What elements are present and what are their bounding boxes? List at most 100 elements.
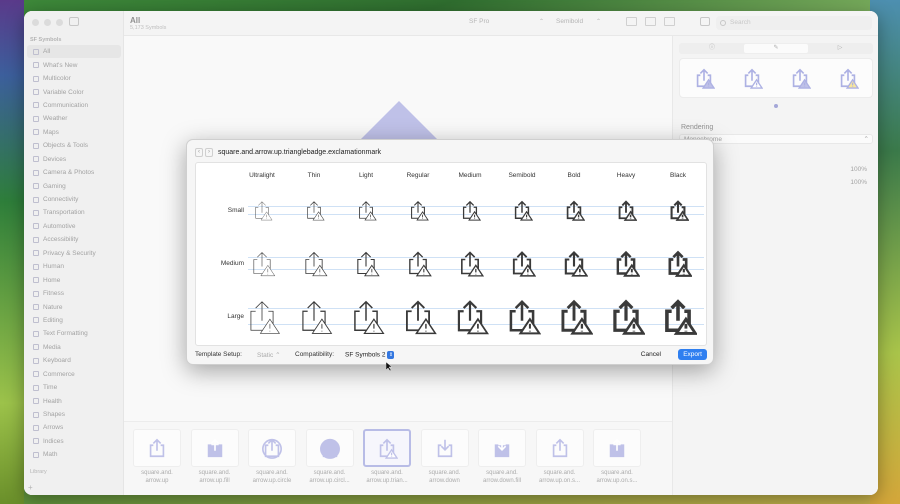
chevron-left-icon[interactable]: ‹ (195, 148, 203, 157)
symbol-tile[interactable]: square.and. arrow.up.trian... (363, 429, 411, 485)
sidebar-item[interactable]: Maps (27, 126, 121, 139)
sidebar-item-label: Nature (43, 303, 63, 311)
sidebar-item[interactable]: Text Formatting (27, 327, 121, 340)
chevron-updown-icon: ⌃ (275, 352, 281, 359)
zoom-window-button[interactable] (56, 19, 63, 26)
sidebar-item[interactable]: Automotive (27, 220, 121, 233)
weight-column-header: Black (670, 172, 686, 179)
sidebar-item[interactable]: Health (27, 394, 121, 407)
sidebar-item[interactable]: Communication (27, 99, 121, 112)
rendering-label: Rendering (681, 124, 714, 131)
sidebar-item[interactable]: Privacy & Security (27, 247, 121, 260)
desktop-wallpaper-left (0, 0, 24, 504)
sidebar-item[interactable]: Multicolor (27, 72, 121, 85)
category-icon (33, 384, 39, 391)
chevron-updown-icon: ⌃ (538, 19, 544, 25)
share-triangle-badge-icon (668, 250, 692, 277)
sidebar-item[interactable]: Transportation (27, 206, 121, 219)
close-window-button[interactable] (32, 19, 39, 26)
compatibility-popup[interactable]: SF Symbols 2 ⇕ (341, 350, 398, 360)
sidebar-item[interactable]: Human (27, 260, 121, 273)
symbol-tile-caption: square.and. arrow.up.circle (252, 470, 292, 484)
sidebar-item-label: Text Formatting (43, 330, 88, 338)
symbol-tile[interactable]: square.and. arrow.up.fill (190, 429, 239, 485)
symbol-tile[interactable]: square.and. arrow.up.circl... (305, 429, 354, 485)
inspector-toggle-icon[interactable] (700, 17, 710, 26)
symbol-tile-preview (190, 429, 239, 467)
symbol-tile-preview (535, 429, 584, 467)
sidebar-item-label: Variable Color (43, 88, 84, 96)
sidebar-item[interactable]: What's New (27, 58, 121, 71)
symbol-count: 5,173 Symbols (130, 25, 167, 31)
sidebar-item-label: Fitness (43, 290, 64, 298)
symbol-variant (548, 297, 600, 335)
compatibility-label: Compatibility: (295, 351, 335, 358)
font-popup[interactable]: SF Pro ⌃ (469, 18, 544, 25)
sidebar-item[interactable]: Variable Color (27, 85, 121, 98)
symbol-variant (548, 249, 600, 277)
sidebar-item-label: Multicolor (43, 75, 71, 83)
weight-popup[interactable]: Semibold ⌃ (556, 18, 601, 25)
sidebar-item[interactable]: Time (27, 381, 121, 394)
sidebar-item[interactable]: Home (27, 273, 121, 286)
chevron-right-icon[interactable]: › (205, 148, 213, 157)
symbol-tile-caption: square.and. arrow.up.circl... (309, 470, 350, 484)
symbol-tile[interactable]: square.and. arrow.down (420, 429, 469, 485)
add-collection-button[interactable]: + (28, 483, 33, 492)
sidebar-item[interactable]: Math (27, 448, 121, 461)
sidebar-item[interactable]: Connectivity (27, 193, 121, 206)
weight-column-header: Bold (567, 172, 581, 179)
sidebar-item[interactable]: Camera & Photos (27, 166, 121, 179)
category-icon (33, 330, 39, 337)
play-icon[interactable]: ▷ (808, 44, 872, 53)
sidebar-item-label: Keyboard (43, 357, 71, 365)
symbol-tile[interactable]: square.and. arrow.up (133, 429, 181, 485)
info-icon[interactable]: ⓘ (680, 44, 744, 53)
minimize-window-button[interactable] (44, 19, 51, 26)
symbol-variant (444, 297, 496, 335)
sidebar-item[interactable]: Devices (27, 153, 121, 166)
sidebar-item[interactable]: Media (27, 341, 121, 354)
sidebar-item[interactable]: Editing (27, 314, 121, 327)
category-icon (33, 129, 39, 136)
sidebar-item[interactable]: Nature (27, 300, 121, 313)
sidebar-toggle-icon[interactable] (69, 17, 79, 26)
share-triangle-badge-icon (357, 251, 380, 277)
sidebar-item[interactable]: Shapes (27, 408, 121, 421)
sidebar-item-label: Accessibility (43, 236, 79, 244)
paintbrush-icon[interactable]: ✎ (744, 44, 808, 53)
symbol-tile[interactable]: square.and. arrow.down.fill (478, 429, 526, 485)
sidebar-item[interactable]: Arrows (27, 421, 121, 434)
share-triangle-badge-icon (302, 300, 333, 334)
cancel-button[interactable]: Cancel (637, 350, 665, 359)
list-view-icon[interactable] (645, 17, 656, 26)
export-button[interactable]: Export (678, 349, 707, 360)
template-setup-value: Static (257, 352, 274, 359)
share-triangle-badge-icon (405, 300, 437, 335)
template-setup-label: Template Setup: (195, 351, 242, 358)
sidebar-item[interactable]: Objects & Tools (27, 139, 121, 152)
template-setup-popup[interactable]: Static ⌃ (253, 350, 285, 360)
search-input[interactable]: Search (716, 16, 872, 30)
symbol-variant (652, 249, 704, 277)
share-triangle-badge-icon (305, 251, 328, 277)
sidebar-item[interactable]: Keyboard (27, 354, 121, 367)
sidebar-item[interactable]: All (27, 45, 121, 59)
symbol-variant (444, 199, 496, 221)
sidebar-item-label: Objects & Tools (43, 142, 89, 150)
weight-column-header: Medium (458, 172, 482, 179)
symbol-tile[interactable]: square.and. arrow.up.on.s... (593, 429, 641, 485)
symbol-tile[interactable]: square.and. arrow.up.circle (248, 429, 296, 485)
symbol-tile[interactable]: square.and. arrow.up.on.s... (535, 429, 584, 485)
sidebar-item[interactable]: Commerce (27, 368, 121, 381)
sidebar-item[interactable]: Fitness (27, 287, 121, 300)
symbol-tile-caption: square.and. arrow.up.trian... (366, 470, 408, 484)
sidebar-item[interactable]: Gaming (27, 179, 121, 192)
window-controls (32, 19, 63, 26)
sidebar-item[interactable]: Accessibility (27, 233, 121, 246)
sidebar-item[interactable]: Weather (27, 112, 121, 125)
grid-view-icon[interactable] (626, 17, 637, 26)
search-placeholder: Search (730, 19, 751, 26)
gallery-view-icon[interactable] (664, 17, 675, 26)
sidebar-item[interactable]: Indices (27, 435, 121, 448)
